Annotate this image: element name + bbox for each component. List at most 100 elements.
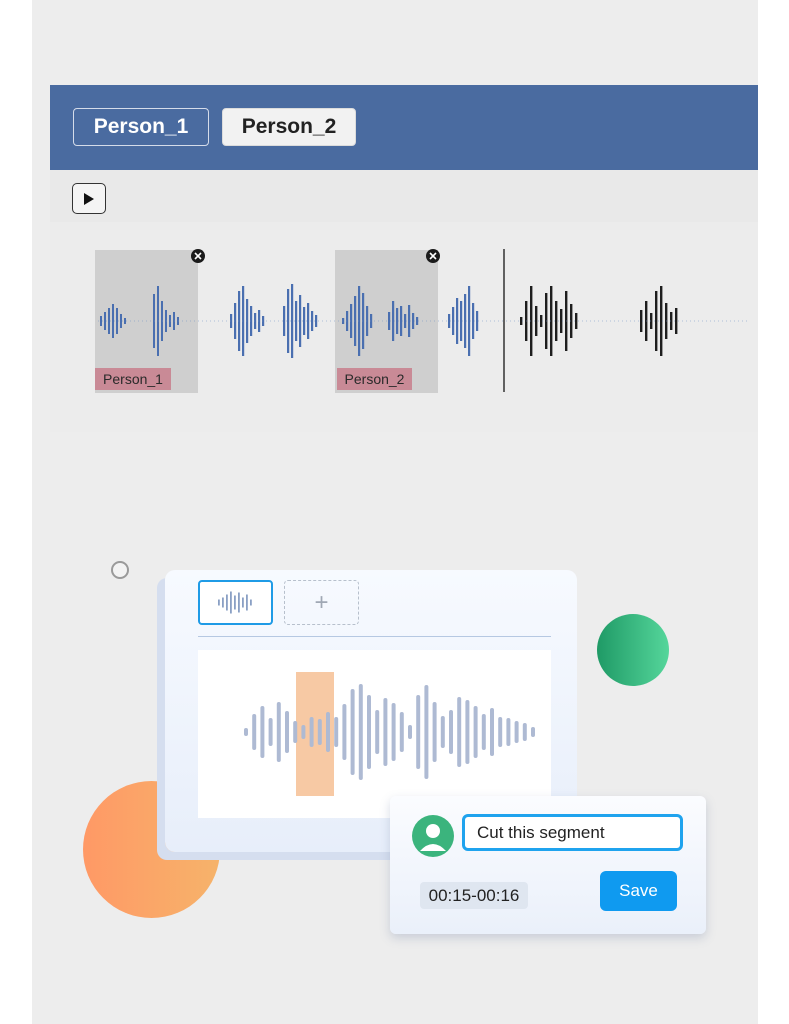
waveform-bar: [448, 314, 451, 328]
waveform-bar: [260, 706, 265, 758]
waveform-bar: [456, 298, 459, 344]
waveform-bar: [452, 307, 455, 335]
waveform-bar: [655, 291, 658, 351]
waveform-bar: [238, 592, 240, 613]
waveform-bar: [490, 708, 494, 756]
tab-person-1[interactable]: Person_1: [73, 108, 209, 146]
waveform-bar: [522, 723, 527, 741]
waveform-bar: [468, 286, 471, 356]
play-icon: [84, 192, 94, 205]
waveform-bar: [465, 700, 470, 764]
waveform-bar: [334, 717, 339, 747]
waveform-bar: [472, 303, 475, 339]
waveform-bar: [575, 313, 578, 329]
waveform-bar: [400, 306, 403, 336]
avatar: [412, 815, 454, 857]
waveform-bar: [242, 597, 244, 608]
waveform-bar: [383, 698, 388, 766]
waveform-bar: [399, 712, 404, 752]
waveform-icon: [218, 591, 252, 614]
waveform-bar: [424, 685, 429, 779]
waveform-bar: [116, 308, 118, 334]
tab-person-2[interactable]: Person_2: [222, 108, 356, 146]
waveform-bar: [230, 591, 232, 614]
remove-segment-2-button[interactable]: [426, 249, 440, 263]
waveform-bar: [120, 314, 122, 328]
waveform-bar: [112, 304, 114, 338]
waveform-bar: [555, 301, 558, 341]
user-icon: [420, 824, 446, 851]
waveform-bar: [287, 289, 290, 353]
waveform-bar: [531, 727, 535, 737]
waveform-bar: [285, 711, 289, 753]
waveform-bar: [315, 315, 318, 327]
waveform-bar: [291, 284, 294, 358]
waveform-bar: [311, 311, 314, 331]
waveform-bar: [416, 695, 421, 769]
waveform-bar: [388, 312, 391, 330]
waveform-bar: [416, 317, 419, 325]
waveform-bar: [100, 316, 102, 326]
waveform-bar: [457, 697, 462, 767]
waveform-bar: [293, 721, 298, 743]
canvas: Person_1 Person_2 Person_1 Person_2 + Cu…: [32, 0, 758, 1024]
save-button[interactable]: Save: [600, 871, 677, 911]
waveform-bar: [367, 695, 371, 769]
waveform-bar: [301, 725, 306, 739]
waveform-bar: [218, 599, 220, 606]
waveform-bar: [276, 702, 281, 762]
remove-segment-1-button[interactable]: [191, 249, 205, 263]
segment-label-person-1: Person_1: [95, 368, 171, 390]
divider: [198, 636, 551, 637]
waveform-bar: [246, 594, 248, 611]
waveform-bar: [342, 704, 347, 760]
waveform-bar: [299, 295, 302, 347]
waveform-bar: [309, 717, 314, 747]
comment-card: 00:15-00:16 Save: [390, 796, 706, 934]
timeline-panel: Person_1 Person_2: [50, 170, 758, 432]
waveform-bar: [108, 308, 110, 334]
waveform-bar: [408, 305, 411, 337]
waveform-bar: [404, 314, 407, 328]
segment-label-person-2: Person_2: [337, 368, 412, 390]
play-button[interactable]: [72, 183, 106, 214]
waveform-bar: [317, 719, 322, 745]
waveform-bar: [244, 728, 248, 736]
waveform-bar: [514, 721, 519, 743]
waveform-bar: [375, 710, 380, 754]
waveform-bar: [535, 306, 538, 336]
waveform-bar: [392, 301, 395, 341]
waveform-bar: [326, 712, 330, 752]
waveform-bar: [295, 301, 298, 341]
audio-clip-thumbnail[interactable]: [198, 580, 273, 625]
waveform-bar: [303, 307, 306, 335]
waveform-bar: [408, 725, 412, 739]
waveform-canvas[interactable]: [198, 650, 551, 818]
waveform-bar: [675, 308, 678, 334]
speaker-toolbar: Person_1 Person_2: [50, 85, 758, 170]
waveform-bar: [358, 684, 363, 780]
waveform-bar: [412, 313, 415, 329]
waveform-bar: [226, 594, 228, 611]
waveform-bar: [252, 714, 257, 750]
waveform-bar: [104, 312, 106, 330]
add-clip-button[interactable]: +: [284, 580, 359, 625]
waveform-bar: [250, 599, 252, 606]
waveform-bar: [268, 718, 273, 746]
waveform-bar: [476, 311, 479, 331]
waveform-bar: [440, 716, 445, 748]
waveform-bar: [396, 308, 399, 334]
waveform-bar: [307, 303, 310, 339]
waveform-bar: [234, 595, 236, 610]
time-range-badge: 00:15-00:16: [420, 882, 528, 909]
waveform-bar: [464, 294, 467, 348]
waveform-bar: [391, 703, 396, 761]
waveform-bar: [350, 689, 355, 775]
waveform-bar: [449, 710, 453, 754]
decorative-green-circle: [597, 614, 669, 686]
waveform-bar: [283, 306, 286, 336]
comment-input[interactable]: [462, 814, 683, 851]
decorative-circle: [111, 561, 129, 579]
waveform-bar: [481, 714, 486, 750]
timeline-controls: [50, 170, 758, 222]
